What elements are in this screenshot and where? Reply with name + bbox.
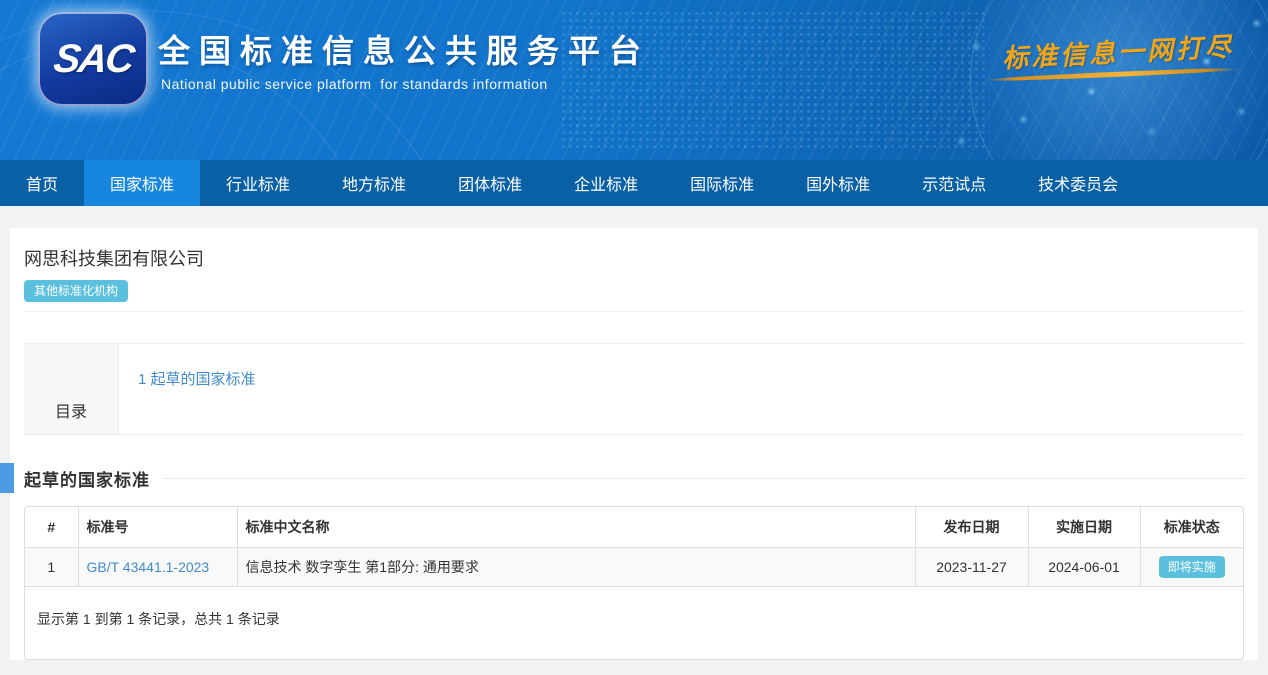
site-subtitle: National public service platform for sta… (161, 76, 548, 92)
col-header-name: 标准中文名称 (237, 507, 915, 548)
sac-logo[interactable]: SAC (38, 12, 148, 106)
catalog-panel: 目录 1 起草的国家标准 (24, 343, 1244, 435)
nav-item-technical-committee[interactable]: 技术委员会 (1012, 160, 1144, 206)
main-nav: 首页 国家标准 行业标准 地方标准 团体标准 企业标准 国际标准 国外标准 示范… (0, 160, 1268, 206)
section-rule (164, 478, 1244, 479)
sparkle-dots (0, 0, 3, 3)
section-edge-marker (0, 463, 14, 493)
separator (24, 311, 1244, 312)
site-title: 全国标准信息公共服务平台 (158, 26, 650, 72)
table-header-row: # 标准号 标准中文名称 发布日期 实施日期 标准状态 (25, 507, 1243, 548)
catalog-label: 目录 (24, 344, 118, 434)
publish-date-cell: 2023-11-27 (915, 548, 1028, 587)
page: SAC 全国标准信息公共服务平台 National public service… (0, 0, 1268, 675)
org-name: 网思科技集团有限公司 (24, 246, 1244, 272)
site-header: SAC 全国标准信息公共服务平台 National public service… (0, 0, 1268, 160)
nav-item-national-standards[interactable]: 国家标准 (84, 160, 200, 206)
nav-item-enterprise-standards[interactable]: 企业标准 (548, 160, 664, 206)
catalog-link-drafted-standards[interactable]: 1 起草的国家标准 (138, 371, 256, 388)
nav-item-industry-standards[interactable]: 行业标准 (200, 160, 316, 206)
std-name-cell: 信息技术 数字孪生 第1部分: 通用要求 (237, 548, 915, 587)
col-header-std-no: 标准号 (78, 507, 237, 548)
section-header: 起草的国家标准 (24, 463, 1244, 493)
nav-item-foreign-standards[interactable]: 国外标准 (780, 160, 896, 206)
content-card: 网思科技集团有限公司 其他标准化机构 目录 1 起草的国家标准 起草的国家标准 … (10, 228, 1258, 660)
nav-item-group-standards[interactable]: 团体标准 (432, 160, 548, 206)
status-badge: 即将实施 (1159, 556, 1225, 578)
section-title: 起草的国家标准 (24, 466, 150, 491)
catalog-body: 1 起草的国家标准 (118, 344, 1244, 434)
pagination-summary: 显示第 1 到第 1 条记录，总共 1 条记录 (25, 587, 1243, 659)
nav-item-international-standards[interactable]: 国际标准 (664, 160, 780, 206)
implement-date-cell: 2024-06-01 (1028, 548, 1140, 587)
nav-item-home[interactable]: 首页 (0, 160, 84, 206)
org-type-badge: 其他标准化机构 (24, 280, 128, 302)
sac-logo-text: SAC (51, 37, 136, 82)
row-index: 1 (25, 548, 78, 587)
nav-item-local-standards[interactable]: 地方标准 (316, 160, 432, 206)
standards-table-container: # 标准号 标准中文名称 发布日期 实施日期 标准状态 1 GB/T 43441… (24, 506, 1244, 660)
std-no-link[interactable]: GB/T 43441.1-2023 (87, 559, 210, 575)
standards-table: # 标准号 标准中文名称 发布日期 实施日期 标准状态 1 GB/T 43441… (25, 507, 1243, 587)
table-row: 1 GB/T 43441.1-2023 信息技术 数字孪生 第1部分: 通用要求… (25, 548, 1243, 587)
col-header-implement-date: 实施日期 (1028, 507, 1140, 548)
col-header-status: 标准状态 (1140, 507, 1243, 548)
nav-item-pilot-demo[interactable]: 示范试点 (896, 160, 1012, 206)
col-header-index: # (25, 507, 78, 548)
col-header-publish-date: 发布日期 (915, 507, 1028, 548)
